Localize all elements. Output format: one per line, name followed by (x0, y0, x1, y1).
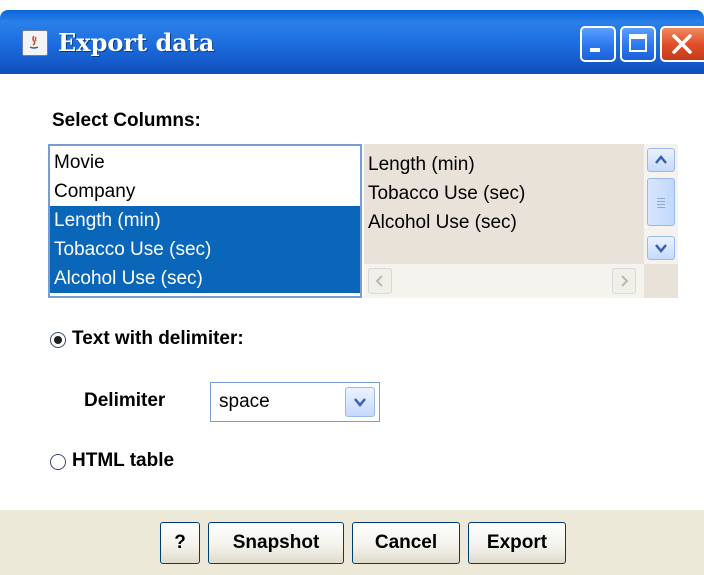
export-button[interactable]: Export (468, 522, 566, 564)
vertical-scrollbar[interactable] (644, 144, 678, 264)
select-columns-label: Select Columns: (52, 110, 201, 131)
scroll-up-button[interactable] (647, 148, 675, 172)
chevron-right-icon (621, 275, 629, 287)
scroll-left-button[interactable] (368, 268, 392, 294)
scroll-down-button[interactable] (647, 236, 675, 260)
minimize-button[interactable] (580, 26, 616, 62)
radio-checked-dot (54, 336, 62, 344)
scroll-right-button[interactable] (612, 268, 636, 294)
title-bar[interactable]: Export data (0, 10, 704, 74)
column-item-tobacco[interactable]: Tobacco Use (sec) (50, 235, 360, 264)
scroll-corner (644, 264, 678, 298)
maximize-icon (629, 34, 647, 52)
column-item-movie[interactable]: Movie (50, 148, 360, 177)
close-icon (672, 34, 692, 54)
text-delimiter-radio[interactable] (50, 332, 66, 348)
column-item-company[interactable]: Company (50, 177, 360, 206)
delimiter-label: Delimiter (84, 390, 166, 411)
close-button[interactable] (660, 26, 704, 62)
java-app-icon (22, 30, 48, 56)
column-item-length[interactable]: Length (min) (50, 206, 360, 235)
maximize-button[interactable] (620, 26, 656, 62)
available-columns-list[interactable]: Movie Company Length (min) Tobacco Use (… (48, 144, 362, 298)
delimiter-select[interactable]: space (210, 382, 380, 422)
text-delimiter-label[interactable]: Text with delimiter: (72, 328, 244, 350)
snapshot-button[interactable]: Snapshot (208, 522, 344, 564)
chevron-up-icon (655, 155, 667, 164)
minimize-icon (590, 48, 600, 52)
delimiter-value: space (219, 391, 270, 412)
column-item-alcohol[interactable]: Alcohol Use (sec) (50, 264, 360, 293)
selected-item-length[interactable]: Length (min) (364, 150, 678, 179)
horizontal-scrollbar[interactable] (364, 264, 644, 298)
delimiter-dropdown-button[interactable] (345, 387, 375, 417)
cancel-button[interactable]: Cancel (352, 522, 460, 564)
html-table-radio[interactable] (50, 454, 66, 470)
selected-item-alcohol[interactable]: Alcohol Use (sec) (364, 208, 678, 237)
chevron-down-icon (655, 244, 667, 253)
chevron-left-icon (375, 275, 383, 287)
selected-item-tobacco[interactable]: Tobacco Use (sec) (364, 179, 678, 208)
chevron-down-icon (354, 398, 366, 407)
export-dialog: Export data Select Columns: Movie Compan… (0, 0, 704, 575)
window-title: Export data (58, 28, 215, 57)
help-button[interactable]: ? (160, 522, 200, 564)
scroll-thumb[interactable] (647, 178, 675, 226)
html-table-label[interactable]: HTML table (72, 450, 174, 472)
